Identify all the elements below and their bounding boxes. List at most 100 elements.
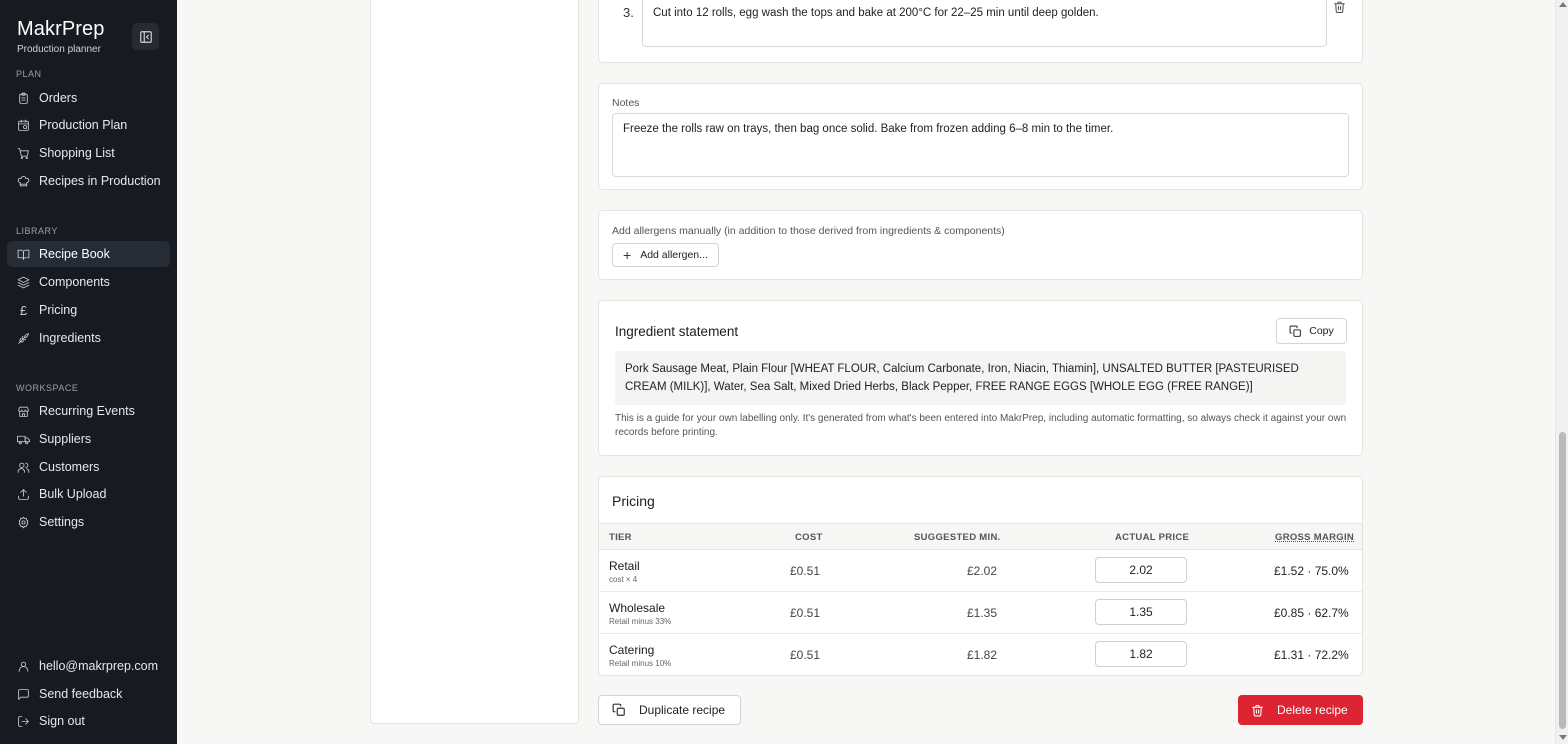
actual-price-input[interactable]: 1.35	[1095, 599, 1187, 625]
sidebar-item-recurring-events[interactable]: Recurring Events	[7, 398, 170, 424]
trash-icon	[1252, 704, 1263, 716]
calendar-clock-icon	[18, 119, 29, 131]
plus-icon: +	[623, 247, 632, 263]
tier-cost: £0.51	[790, 648, 821, 662]
sign-out-label: Sign out	[39, 714, 85, 728]
page-scrollbar[interactable]	[1555, 0, 1568, 744]
account-email-label: hello@makrprep.com	[39, 659, 158, 673]
tier-suggested: £2.02	[967, 564, 998, 578]
step-number: 3.	[623, 5, 634, 20]
sidebar-item-label: Ingredients	[39, 331, 101, 345]
wheat-icon	[18, 332, 29, 344]
book-open-icon	[17, 249, 30, 260]
sidebar-item-label: Settings	[39, 515, 85, 529]
table-row: Catering Retail minus 10% £0.51 £1.82 1.…	[599, 634, 1362, 675]
add-allergen-button[interactable]: + Add allergen...	[612, 243, 719, 267]
step-textarea[interactable]: Cut into 12 rolls, egg wash the tops and…	[642, 0, 1327, 47]
table-row: Retail cost × 4 £0.51 £2.02 2.02 £1.52 ·…	[599, 550, 1362, 592]
tier-rule: Retail minus 33%	[609, 617, 672, 626]
log-out-icon	[18, 715, 29, 727]
sidebar-item-label: Bulk Upload	[39, 487, 107, 501]
truck-icon	[17, 435, 30, 444]
ingredient-statement-card: Ingredient statement Copy Pork Sausage M…	[598, 300, 1363, 456]
section-library: LIBRARY	[16, 226, 58, 236]
sidebar-item-pricing[interactable]: £ Pricing	[7, 297, 170, 323]
send-feedback-button[interactable]: Send feedback	[7, 681, 170, 707]
duplicate-recipe-button[interactable]: Duplicate recipe	[598, 695, 741, 725]
scroll-down-arrow-icon[interactable]	[1559, 735, 1567, 740]
sidebar-item-label: Suppliers	[39, 432, 92, 446]
ingredient-statement-disclaimer: This is a guide for your own labelling o…	[615, 413, 1347, 438]
sign-out-button[interactable]: Sign out	[7, 708, 170, 734]
actual-price-input[interactable]: 1.82	[1095, 641, 1187, 667]
message-icon	[18, 688, 29, 700]
brand: MakrPrep Production planner	[17, 18, 105, 55]
account-email[interactable]: hello@makrprep.com	[7, 653, 170, 679]
col-suggested: SUGGESTED MIN.	[914, 532, 1001, 543]
sidebar-item-customers[interactable]: Customers	[7, 454, 170, 480]
cart-icon	[17, 147, 29, 159]
sidebar-item-recipe-book[interactable]: Recipe Book	[7, 241, 170, 267]
section-workspace: WORKSPACE	[16, 383, 79, 393]
pricing-title: Pricing	[612, 493, 655, 509]
scrollbar-thumb[interactable]	[1559, 432, 1566, 729]
sidebar-item-label: Customers	[39, 460, 100, 474]
sidebar-item-shopping-list[interactable]: Shopping List	[7, 140, 170, 166]
sidebar-item-label: Pricing	[39, 303, 78, 317]
copy-icon	[612, 703, 625, 716]
sidebar-item-label: Orders	[39, 91, 78, 105]
sidebar-item-orders[interactable]: Orders	[7, 85, 170, 111]
upload-icon	[18, 488, 29, 500]
sidebar-item-label: Shopping List	[39, 146, 115, 160]
delete-step-button[interactable]	[1333, 0, 1346, 19]
sidebar-item-suppliers[interactable]: Suppliers	[7, 426, 170, 452]
sidebar-item-bulk-upload[interactable]: Bulk Upload	[7, 481, 170, 507]
col-actual: ACTUAL PRICE	[1115, 532, 1190, 543]
sidebar-item-settings[interactable]: Settings	[7, 509, 170, 535]
sidebar-item-label: Recurring Events	[39, 404, 135, 418]
pound-icon: £	[19, 302, 28, 318]
col-tier: TIER	[609, 532, 632, 543]
tier-margin: £1.52 · 75.0%	[1274, 564, 1349, 578]
gear-icon	[18, 516, 29, 528]
tier-name: Wholesale	[609, 601, 666, 615]
tier-cost: £0.51	[790, 564, 821, 578]
sidebar-item-recipes-in-production[interactable]: Recipes in Production	[7, 168, 170, 194]
add-allergen-label: Add allergen...	[640, 249, 708, 261]
sidebar: MakrPrep Production planner PLAN Orders …	[0, 0, 177, 744]
sidebar-item-production-plan[interactable]: Production Plan	[7, 112, 170, 138]
sidebar-item-label: Components	[39, 275, 110, 289]
copy-label: Copy	[1309, 325, 1334, 337]
delete-recipe-label: Delete recipe	[1277, 703, 1348, 717]
allergens-label: Add allergens manually (in addition to t…	[612, 225, 1005, 237]
sidebar-item-components[interactable]: Components	[7, 269, 170, 295]
duplicate-recipe-label: Duplicate recipe	[639, 703, 726, 717]
table-row: Wholesale Retail minus 33% £0.51 £1.35 1…	[599, 592, 1362, 634]
recipe-side-panel	[370, 0, 579, 724]
notes-label: Notes	[612, 97, 640, 109]
delete-recipe-button[interactable]: Delete recipe	[1238, 695, 1363, 725]
method-step-card: 3. Cut into 12 rolls, egg wash the tops …	[598, 0, 1363, 63]
copy-statement-button[interactable]: Copy	[1276, 318, 1347, 344]
chef-hat-icon	[17, 175, 30, 186]
app-subtitle: Production planner	[17, 44, 101, 55]
scroll-up-arrow-icon[interactable]	[1559, 2, 1567, 7]
users-icon	[17, 462, 30, 473]
tier-margin: £1.31 · 72.2%	[1274, 648, 1349, 662]
tier-rule: cost × 4	[609, 575, 638, 584]
send-feedback-label: Send feedback	[39, 687, 123, 701]
col-cost: COST	[795, 532, 823, 543]
collapse-sidebar-button[interactable]	[132, 23, 159, 50]
tier-suggested: £1.82	[967, 648, 998, 662]
col-gross-margin[interactable]: GROSS MARGIN	[1275, 532, 1354, 543]
sidebar-item-label: Production Plan	[39, 118, 128, 132]
clipboard-icon	[19, 92, 28, 104]
tier-name: Retail	[609, 559, 640, 573]
notes-textarea[interactable]: Freeze the rolls raw on trays, then bag …	[612, 113, 1349, 177]
app-name: MakrPrep	[17, 18, 105, 40]
sidebar-item-ingredients[interactable]: Ingredients	[7, 325, 170, 351]
sidebar-item-label: Recipes in Production	[39, 174, 161, 188]
notes-card: Notes Freeze the rolls raw on trays, the…	[598, 83, 1363, 190]
actual-price-input[interactable]: 2.02	[1095, 557, 1187, 583]
pricing-card: Pricing TIER COST SUGGESTED MIN. ACTUAL …	[598, 476, 1363, 676]
